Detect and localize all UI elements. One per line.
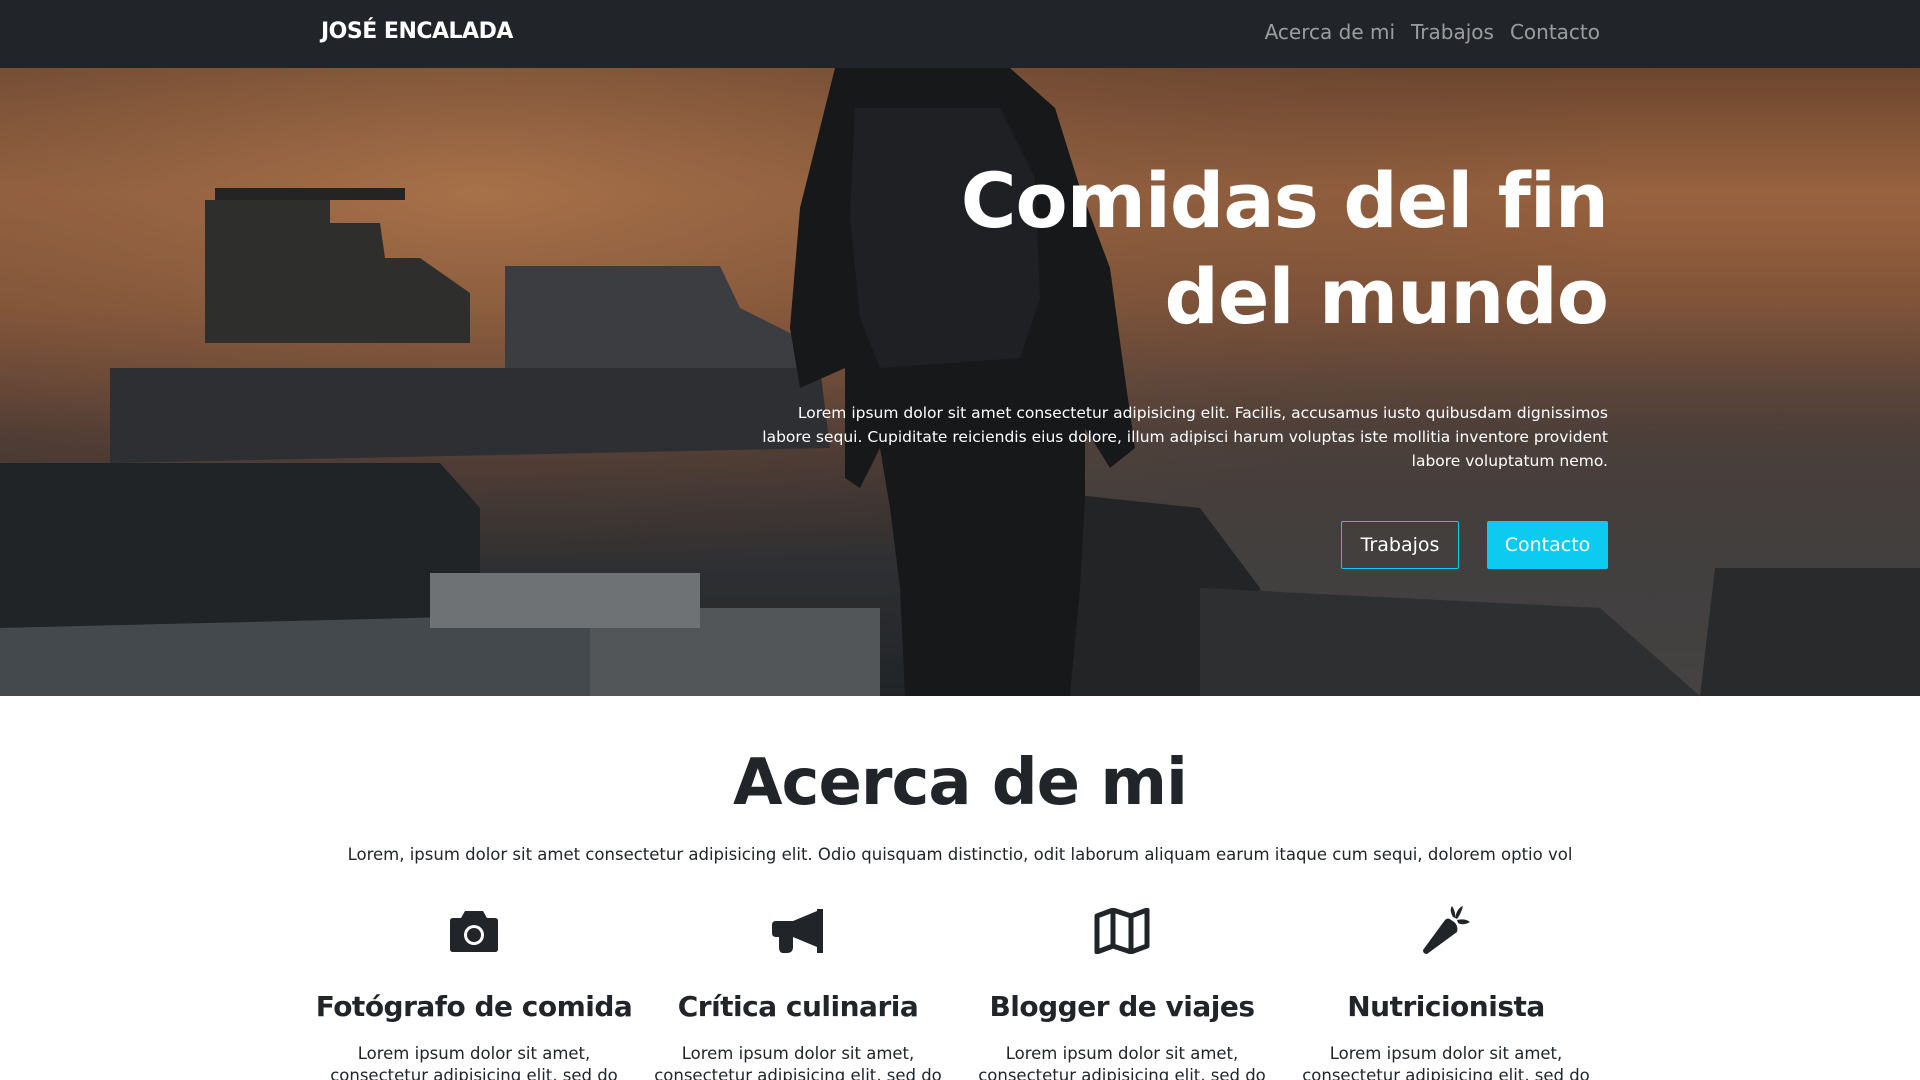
trabajos-button[interactable]: Trabajos	[1341, 521, 1459, 569]
feature-title: Crítica culinaria	[677, 990, 919, 1023]
brand-logo[interactable]: JOSÉ ENCALADA	[321, 19, 513, 44]
hero-buttons: Trabajos Contacto	[708, 521, 1608, 569]
feature-text: Lorem ipsum dolor sit amet, consectetur …	[330, 1044, 618, 1080]
nav-link-contacto[interactable]: Contacto	[1510, 20, 1600, 44]
contacto-button[interactable]: Contacto	[1487, 521, 1608, 569]
feature-card: Fotógrafo de comida Lorem ipsum dolor si…	[312, 905, 636, 1080]
feature-card: Nutricionista Lorem ipsum dolor sit amet…	[1284, 905, 1608, 1080]
nav-link-acerca[interactable]: Acerca de mi	[1265, 20, 1395, 44]
about-lead: Lorem, ipsum dolor sit amet consectetur …	[347, 845, 1573, 864]
hero-title-line2: del mundo	[1164, 252, 1609, 341]
feature-title: Blogger de viajes	[989, 990, 1255, 1023]
carrot-icon	[1284, 905, 1608, 957]
map-icon	[960, 905, 1284, 957]
feature-title: Nutricionista	[1347, 990, 1545, 1023]
nav-links: Acerca de mi Trabajos Contacto	[1265, 20, 1600, 44]
navbar: JOSÉ ENCALADA Acerca de mi Trabajos Cont…	[0, 0, 1920, 68]
nav-link-trabajos[interactable]: Trabajos	[1411, 20, 1494, 44]
feature-card: Blogger de viajes Lorem ipsum dolor sit …	[960, 905, 1284, 1080]
megaphone-icon	[636, 905, 960, 957]
feature-text: Lorem ipsum dolor sit amet, consectetur …	[978, 1044, 1266, 1080]
hero-description: Lorem ipsum dolor sit amet consectetur a…	[762, 404, 1608, 470]
feature-title: Fotógrafo de comida	[315, 990, 633, 1023]
feature-text: Lorem ipsum dolor sit amet, consectetur …	[654, 1044, 942, 1080]
features-row: Fotógrafo de comida Lorem ipsum dolor si…	[312, 905, 1608, 1080]
camera-icon	[312, 905, 636, 957]
about-title: Acerca de mi	[733, 746, 1188, 820]
hero-title-line1: Comidas del fin	[960, 156, 1609, 245]
hero-content: Comidas del fin del mundo Lorem ipsum do…	[708, 153, 1609, 569]
hero-title: Comidas del fin del mundo	[708, 153, 1609, 345]
feature-text: Lorem ipsum dolor sit amet, consectetur …	[1302, 1044, 1590, 1080]
feature-card: Crítica culinaria Lorem ipsum dolor sit …	[636, 905, 960, 1080]
hero-section: Comidas del fin del mundo Lorem ipsum do…	[0, 68, 1920, 696]
